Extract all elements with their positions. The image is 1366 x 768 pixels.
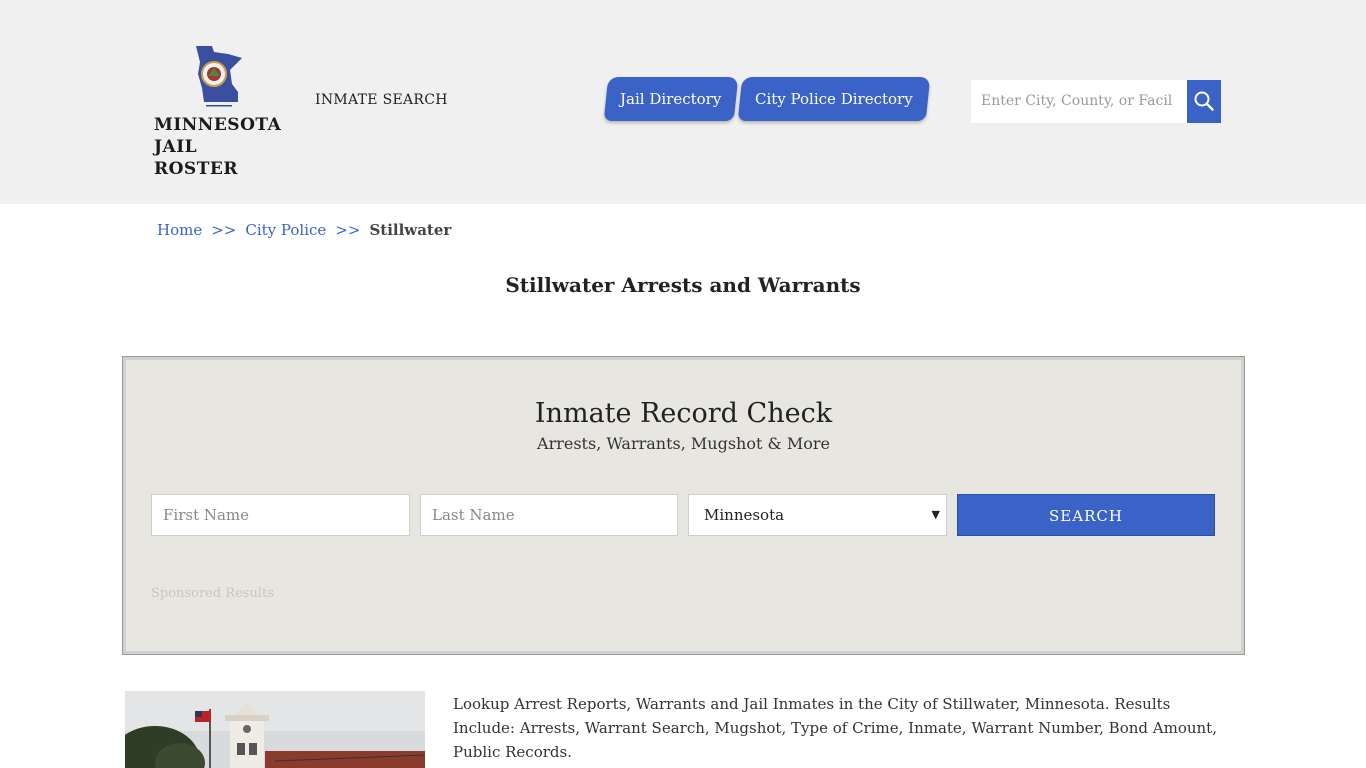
record-check-title: Inmate Record Check (534, 398, 833, 429)
record-check-subtitle: Arrests, Warrants, Mugshot & More (537, 434, 830, 453)
city-hall-image (125, 691, 425, 768)
first-name-input[interactable]: First Name (151, 494, 410, 536)
search-button[interactable] (1187, 80, 1221, 123)
breadcrumb-city-police[interactable]: City Police (245, 221, 326, 239)
state-select[interactable]: Minnesota ▼ (688, 494, 947, 536)
inmate-record-check-panel: Inmate Record Check Arrests, Warrants, M… (122, 356, 1245, 655)
site-logo[interactable]: MINNESOTA JAIL ROSTER (154, 44, 284, 179)
breadcrumb-separator: >> (335, 221, 361, 239)
city-description: Lookup Arrest Reports, Warrants and Jail… (453, 695, 1217, 761)
logo-text: MINNESOTA JAIL ROSTER (154, 115, 282, 179)
nav-jail-directory-label: Jail Directory (620, 90, 722, 108)
location-search-input[interactable]: Enter City, County, or Facil (971, 80, 1187, 123)
breadcrumb-home[interactable]: Home (157, 221, 202, 239)
breadcrumb-current: Stillwater (369, 221, 452, 239)
chevron-down-icon: ▼ (931, 508, 940, 521)
site-header: MINNESOTA JAIL ROSTER INMATE SEARCH Jail… (0, 0, 1366, 204)
breadcrumb-separator: >> (211, 221, 237, 239)
city-hall-photo (125, 691, 425, 768)
minnesota-state-seal-icon (196, 46, 242, 107)
breadcrumb: Home >> City Police >> Stillwater (157, 221, 451, 239)
last-name-input[interactable]: Last Name (420, 494, 678, 536)
sponsored-results-label: Sponsored Results (151, 586, 274, 601)
page-title: Stillwater Arrests and Warrants (505, 273, 861, 297)
record-search-button[interactable]: SEARCH (957, 494, 1215, 536)
nav-city-police-directory[interactable]: City Police Directory (737, 77, 931, 121)
state-select-value: Minnesota (704, 506, 785, 524)
nav-city-police-directory-label: City Police Directory (755, 90, 913, 108)
inmate-search-link[interactable]: INMATE SEARCH (315, 92, 448, 108)
search-icon (1194, 91, 1214, 111)
nav-jail-directory[interactable]: Jail Directory (603, 77, 739, 121)
